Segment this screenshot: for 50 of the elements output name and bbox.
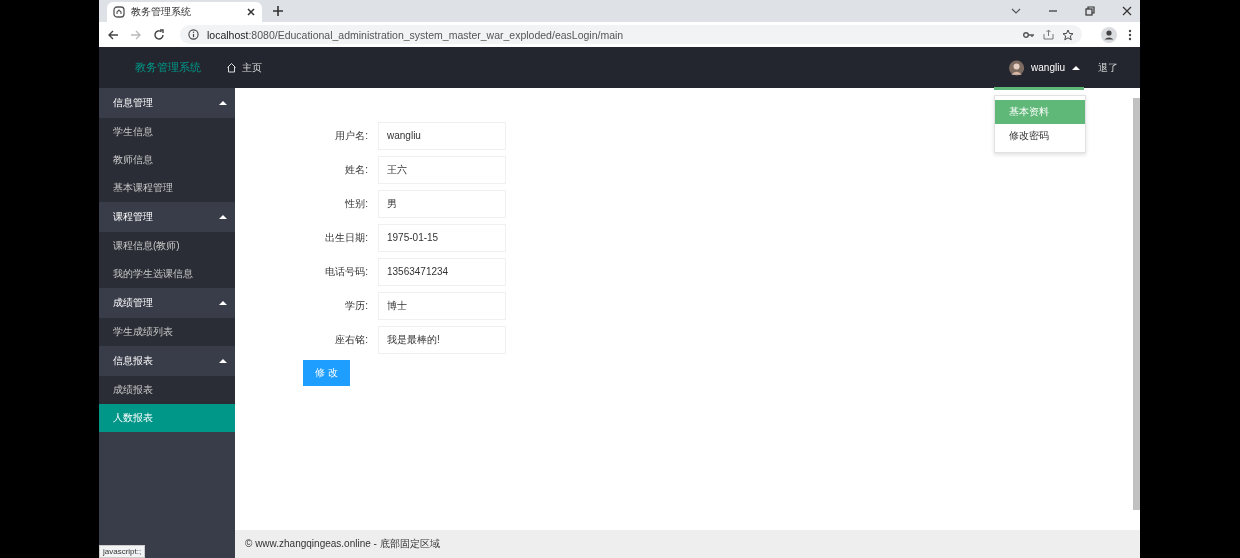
page-icon bbox=[113, 6, 125, 18]
field-label: 电话号码: bbox=[324, 265, 368, 279]
caret-icon bbox=[1072, 65, 1080, 70]
reload-icon[interactable] bbox=[153, 28, 165, 41]
sidebar-item[interactable]: 学生信息 bbox=[99, 118, 235, 146]
footer-text: © www.zhangqingeas.online - 底部固定区域 bbox=[235, 530, 1140, 558]
back-icon[interactable] bbox=[107, 28, 119, 41]
input-field[interactable]: 13563471234 bbox=[378, 258, 506, 286]
restore-icon[interactable] bbox=[1085, 6, 1095, 16]
scrollbar[interactable] bbox=[1133, 98, 1140, 510]
field-label: 座右铭: bbox=[334, 333, 368, 347]
new-tab-icon[interactable] bbox=[272, 5, 284, 17]
star-icon[interactable] bbox=[1062, 28, 1074, 41]
sidebar-item[interactable]: 课程信息(教师) bbox=[99, 232, 235, 260]
address-field[interactable]: localhost:8080/Educational_administration_system_master_war_exploded/easLogin/main bbox=[180, 25, 1082, 44]
input-field[interactable]: 王六 bbox=[378, 156, 506, 184]
field-label: 姓名: bbox=[344, 163, 368, 177]
logout-link[interactable]: 退了 bbox=[1084, 60, 1140, 75]
home-icon bbox=[226, 62, 237, 73]
field-label: 学历: bbox=[344, 299, 368, 313]
input-field[interactable]: wangliu bbox=[378, 122, 506, 150]
sidebar-item[interactable]: 教师信息 bbox=[99, 146, 235, 174]
field-label: 性别: bbox=[344, 197, 368, 211]
sidebar-item[interactable]: 人数报表 bbox=[99, 404, 235, 432]
input-field[interactable]: 博士 bbox=[378, 292, 506, 320]
status-tooltip: javascript:; bbox=[99, 545, 146, 558]
avatar bbox=[1009, 57, 1025, 78]
browser-tab[interactable]: 教务管理系统 bbox=[107, 2, 262, 22]
sidebar-item[interactable]: 我的学生选课信息 bbox=[99, 260, 235, 288]
sidebar-item[interactable]: 成绩报表 bbox=[99, 376, 235, 404]
home-link[interactable]: 主页 bbox=[226, 60, 262, 75]
app-logo[interactable]: 教务管理系统 bbox=[99, 60, 226, 75]
input-field[interactable]: 我是最棒的! bbox=[378, 326, 506, 354]
close-icon[interactable] bbox=[1122, 6, 1132, 16]
profile-icon[interactable] bbox=[1101, 26, 1117, 43]
info-icon bbox=[188, 29, 199, 40]
sidebar-item[interactable]: 基本课程管理 bbox=[99, 174, 235, 202]
field-label: 用户名: bbox=[334, 129, 368, 143]
sidebar-item[interactable]: 学生成绩列表 bbox=[99, 318, 235, 346]
key-icon[interactable] bbox=[1023, 29, 1035, 40]
menu-item[interactable]: 修改密码 bbox=[995, 124, 1085, 148]
tab-title: 教务管理系统 bbox=[131, 5, 192, 19]
input-field[interactable]: 男 bbox=[378, 190, 506, 218]
url-text: localhost:8080/Educational_administration_system_master_war_exploded/easLogin/main bbox=[207, 28, 625, 41]
input-field[interactable]: 1975-01-15 bbox=[378, 224, 506, 252]
share-icon[interactable] bbox=[1043, 29, 1054, 40]
more-icon[interactable] bbox=[1128, 28, 1132, 41]
close-icon[interactable] bbox=[246, 7, 256, 17]
field-label: 出生日期: bbox=[324, 231, 368, 245]
chevron-down-icon[interactable] bbox=[1011, 6, 1021, 16]
